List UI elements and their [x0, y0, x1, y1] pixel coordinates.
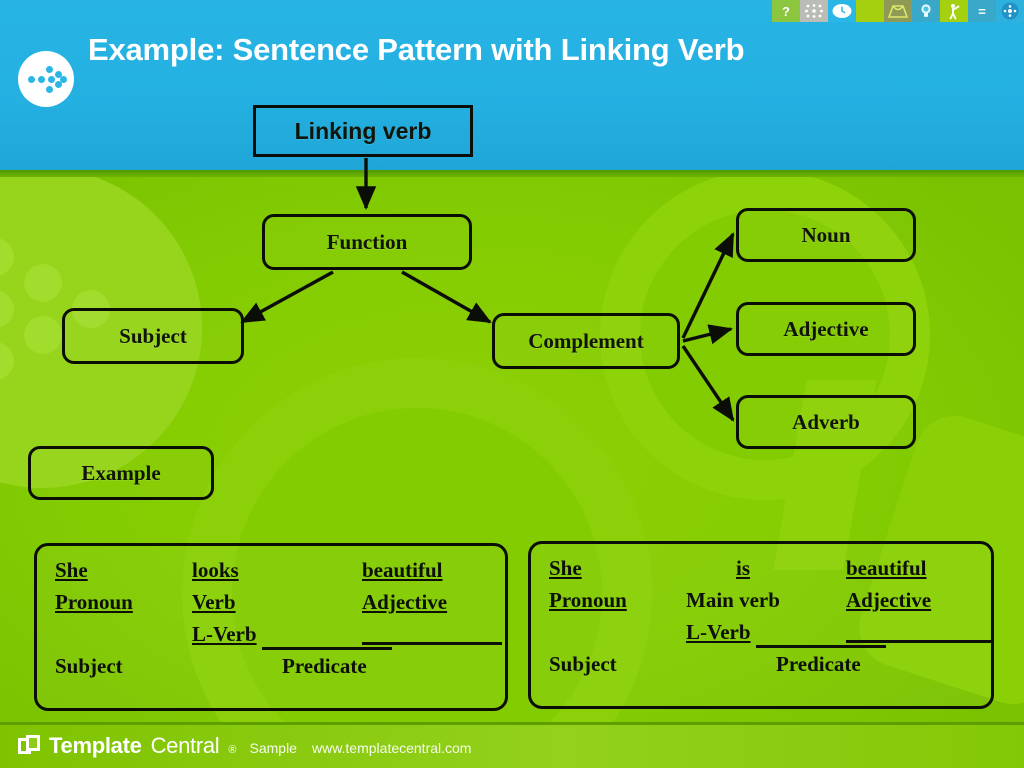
node-label: Function — [326, 229, 408, 254]
node-label: Subject — [119, 323, 187, 348]
right-part-subject: Subject — [549, 652, 617, 676]
right-pos-complement: Adjective — [846, 588, 932, 612]
footer-url[interactable]: www.templatecentral.com — [312, 740, 472, 756]
right-pos-subject: Pronoun — [549, 588, 627, 612]
slide-root: Example: Sentence Pattern with Linking V… — [0, 0, 1024, 768]
right-pos-verb: Main verb — [686, 588, 780, 612]
left-rule-right — [362, 642, 502, 645]
right-word-complement: beautiful — [846, 556, 927, 580]
equals-icon[interactable]: = — [968, 0, 996, 22]
left-rule-mid — [262, 647, 392, 650]
left-verb-type: L-Verb — [192, 622, 257, 646]
node-label: Complement — [528, 328, 644, 353]
person-presenter-icon[interactable] — [940, 0, 968, 22]
right-part-predicate: Predicate — [776, 652, 861, 676]
slide-header: Example: Sentence Pattern with Linking V… — [0, 0, 1024, 170]
node-label: Adverb — [792, 409, 860, 434]
node-adverb[interactable]: Adverb — [736, 395, 916, 449]
dot-grid-icon[interactable] — [800, 0, 828, 22]
node-function[interactable]: Function — [262, 214, 472, 270]
node-label: Example — [81, 460, 161, 485]
footer-sample-label: Sample — [249, 740, 297, 756]
right-word-subject: She — [549, 556, 582, 580]
left-pos-subject: Pronoun — [55, 590, 133, 614]
node-example[interactable]: Example — [28, 446, 214, 500]
node-label: Linking verb — [294, 117, 432, 144]
network-node-icon[interactable] — [996, 0, 1024, 22]
left-word-complement: beautiful — [362, 558, 443, 582]
example-panel-left: She looks beautiful Pronoun Verb Adjecti… — [34, 543, 508, 711]
right-word-verb: is — [736, 556, 751, 580]
example-panel-right: She is beautiful Pronoun Main verb Adjec… — [528, 541, 994, 709]
left-word-subject: She — [55, 558, 88, 582]
dot-arrow-logo — [18, 51, 74, 107]
left-word-verb: looks — [192, 558, 239, 582]
node-subject[interactable]: Subject — [62, 308, 244, 364]
node-label: Noun — [801, 222, 851, 247]
node-complement[interactable]: Complement — [492, 313, 680, 369]
node-adjective[interactable]: Adjective — [736, 302, 916, 356]
bridge-icon[interactable] — [884, 0, 912, 22]
slide-footer: Template Central ® Sample www.templatece… — [0, 722, 1024, 768]
node-label: Adjective — [783, 316, 869, 341]
footer-registered-mark: ® — [228, 744, 237, 756]
node-linking-verb[interactable]: Linking verb — [253, 105, 473, 157]
footer-brand-bold: Template — [49, 733, 142, 758]
toolbar-icon-strip[interactable]: ? = — [772, 0, 1024, 22]
lightbulb-icon[interactable] — [912, 0, 940, 22]
node-noun[interactable]: Noun — [736, 208, 916, 262]
right-rule-mid — [756, 645, 886, 648]
clock-face-icon[interactable] — [828, 0, 856, 22]
footer-brand-light: Central — [150, 733, 220, 758]
left-part-subject: Subject — [55, 654, 123, 678]
left-pos-verb: Verb — [192, 590, 236, 614]
template-central-mark — [18, 735, 40, 757]
left-pos-complement: Adjective — [362, 590, 448, 614]
page-title: Example: Sentence Pattern with Linking V… — [88, 32, 745, 67]
left-part-predicate: Predicate — [282, 654, 367, 678]
header-divider — [0, 170, 1024, 177]
blank-lime-icon[interactable] — [856, 0, 884, 22]
right-verb-type: L-Verb — [686, 620, 751, 644]
help-question-icon[interactable]: ? — [772, 0, 800, 22]
right-rule-right — [846, 640, 991, 643]
